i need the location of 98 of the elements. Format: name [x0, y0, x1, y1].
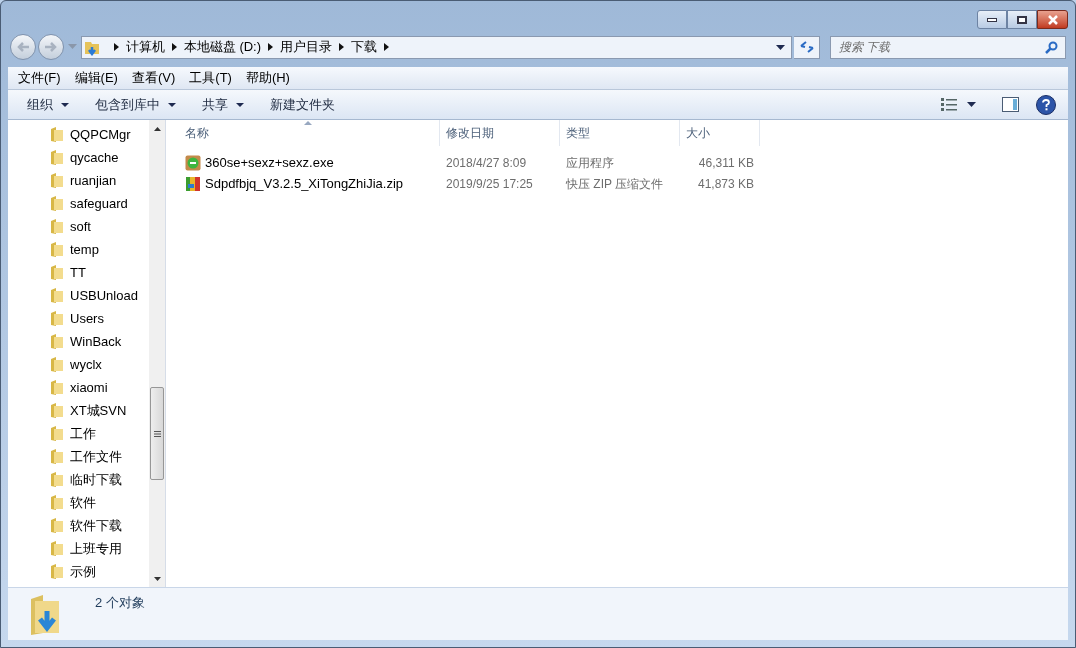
address-dropdown-icon[interactable] [776, 44, 786, 50]
folder-tree-item[interactable]: 示例 [8, 560, 149, 583]
folder-tree-item[interactable]: xiaomi [8, 376, 149, 399]
breadcrumb[interactable]: 下载 [351, 37, 378, 57]
folder-icon [51, 357, 63, 372]
toolbar-button[interactable]: 组织 [14, 92, 82, 117]
menu-item[interactable]: 编辑(E) [74, 68, 118, 88]
folder-icon [51, 127, 63, 142]
breadcrumb-arrow-icon[interactable] [171, 43, 177, 51]
forward-arrow-icon [43, 41, 58, 53]
folder-tree-item[interactable]: Users [8, 307, 149, 330]
folder-icon [51, 380, 63, 395]
folder-tree-item[interactable]: 工作 [8, 422, 149, 445]
help-icon [1042, 98, 1050, 111]
breadcrumb-arrow-icon[interactable] [268, 43, 274, 51]
maximize-button[interactable] [1007, 10, 1037, 29]
folder-icon [51, 449, 63, 464]
folder-tree-item[interactable]: WinBack [8, 330, 149, 353]
folder-tree-item[interactable]: TT [8, 261, 149, 284]
type-cell-text: 快压 ZIP 压缩文件 [565, 175, 665, 193]
preview-pane-icon [1001, 97, 1019, 112]
back-arrow-icon [15, 41, 30, 53]
caret-icon [967, 102, 976, 107]
folder-icon [51, 564, 63, 579]
folder-tree-item[interactable]: 软件下载 [8, 514, 149, 537]
column-header[interactable]: 类型 [560, 120, 680, 146]
toolbar-button[interactable]: 共享 [189, 92, 257, 117]
file-name-cell[interactable]: 360se+sexz+sexz.exe [166, 152, 440, 173]
folder-icon [51, 495, 63, 510]
folder-icon [51, 426, 63, 441]
type-cell-text: 应用程序 [565, 154, 615, 172]
folder-icon [51, 334, 63, 349]
folder-icon [51, 242, 63, 257]
date-cell-text: 2019/9/25 17:25 [445, 175, 534, 193]
close-button[interactable] [1037, 10, 1068, 29]
refresh-button[interactable] [794, 35, 820, 59]
folder-icon [51, 472, 63, 487]
folder-tree-item[interactable]: USBUnload [8, 284, 149, 307]
folder-icon [51, 265, 63, 280]
forward-button[interactable] [37, 34, 64, 60]
folder-icon [51, 219, 63, 234]
folder-icon [51, 196, 63, 211]
folder-tree-item[interactable]: soft [8, 215, 149, 238]
folder-tree-item[interactable]: 工作文件 [8, 445, 149, 468]
column-header[interactable]: 名称 [166, 120, 440, 146]
help-button[interactable] [1036, 94, 1056, 115]
breadcrumb[interactable]: 用户目录 [280, 37, 333, 57]
breadcrumb[interactable]: 本地磁盘 (D:) [183, 37, 262, 57]
folder-tree-item[interactable]: qycache [8, 146, 149, 169]
folder-tree-item[interactable]: temp [8, 238, 149, 261]
folder-tree-item[interactable]: safeguard [8, 192, 149, 215]
details-view-icon [941, 98, 957, 111]
menu-item[interactable]: 工具(T) [189, 68, 232, 88]
search-icon[interactable] [1045, 40, 1058, 54]
size-cell-text: 41,873 KB [696, 175, 755, 193]
folder-icon [51, 541, 63, 556]
toolbar-button[interactable]: 包含到库中 [82, 92, 189, 117]
application-icon [185, 154, 201, 171]
folder-tree-item[interactable]: 临时下载 [8, 468, 149, 491]
scroll-down-icon[interactable] [153, 577, 161, 581]
breadcrumb-arrow-icon[interactable] [384, 43, 390, 51]
column-header[interactable]: 大小 [680, 120, 760, 146]
breadcrumb-arrow-icon[interactable] [113, 43, 119, 51]
item-count: 2 个对象 [95, 594, 145, 612]
folder-tree-item[interactable]: ruanjian [8, 169, 149, 192]
folder-icon [51, 518, 63, 533]
minimize-button[interactable] [977, 10, 1007, 29]
scroll-up-icon[interactable] [153, 127, 161, 131]
folder-icon [51, 173, 63, 188]
refresh-icon [798, 40, 815, 54]
folder-icon [51, 403, 63, 418]
scrollbar-thumb[interactable] [150, 387, 164, 480]
grip-icon [153, 430, 161, 437]
archive-icon [185, 175, 201, 192]
sort-arrow-icon [304, 121, 312, 125]
search-field[interactable]: 搜索 下载 [830, 35, 1066, 59]
folder-icon [51, 288, 63, 303]
folder-tree-item[interactable]: 上班专用 [8, 537, 149, 560]
folder-tree-item[interactable]: QQPCMgr [8, 123, 149, 146]
breadcrumb[interactable]: 计算机 [125, 37, 165, 57]
date-cell-text: 2018/4/27 8:09 [445, 154, 528, 172]
menu-item[interactable]: 帮助(H) [245, 68, 290, 88]
address-bar[interactable]: 计算机 本地磁盘 (D:) 用户目录 下载 [80, 35, 793, 59]
toolbar-button[interactable]: 新建文件夹 [257, 92, 348, 117]
close-icon [1046, 14, 1059, 25]
folder-tree-item[interactable]: 软件 [8, 491, 149, 514]
file-name-cell[interactable]: Sdpdfbjq_V3.2.5_XiTongZhiJia.zip [166, 173, 440, 194]
folder-tree-item[interactable]: XT城SVN [8, 399, 149, 422]
folder-icon [51, 150, 63, 165]
menu-item[interactable]: 文件(F) [18, 68, 61, 88]
back-button[interactable] [10, 34, 36, 60]
folder-icon [51, 311, 63, 326]
breadcrumb-arrow-icon[interactable] [339, 43, 345, 51]
folder-tree-item[interactable]: wyclx [8, 353, 149, 376]
menu-item[interactable]: 查看(V) [131, 68, 176, 88]
scrollbar[interactable] [149, 120, 166, 587]
column-header[interactable]: 修改日期 [440, 120, 560, 146]
size-cell-text: 46,311 KB [697, 154, 755, 172]
